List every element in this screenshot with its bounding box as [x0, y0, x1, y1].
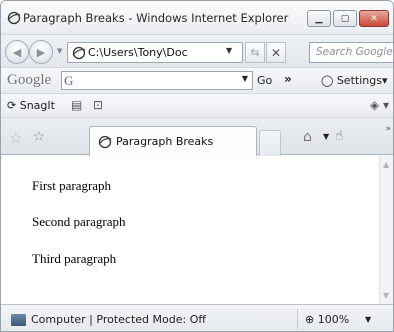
- zoom-value: 100%: [317, 313, 350, 326]
- google-search-input[interactable]: G ▼: [61, 71, 253, 90]
- page-content: First paragraph Second paragraph Third p…: [1, 156, 393, 304]
- vertical-scrollbar[interactable]: ▲ ▼: [379, 156, 393, 304]
- ie-icon: [98, 135, 112, 149]
- snagit-button[interactable]: ⟳ SnagIt: [7, 99, 55, 112]
- home-dropdown-icon[interactable]: ▼: [323, 132, 329, 141]
- more-tools-icon[interactable]: »: [385, 124, 391, 134]
- forward-arrow-icon: ▶: [36, 45, 46, 59]
- stop-icon: ✕: [270, 45, 282, 60]
- google-logo: Google: [7, 72, 52, 88]
- new-tab-button[interactable]: [259, 130, 281, 156]
- close-icon: ✕: [370, 13, 378, 24]
- status-divider: [297, 309, 298, 329]
- search-box[interactable]: Search Google: [309, 42, 393, 63]
- zoom-level[interactable]: ⊕ 100%: [305, 313, 349, 326]
- window-title: Paragraph Breaks - Windows Internet Expl…: [23, 11, 289, 25]
- back-button[interactable]: ◀: [5, 40, 29, 64]
- stop-button[interactable]: ✕: [266, 42, 286, 63]
- tab-paragraph-breaks[interactable]: Paragraph Breaks: [89, 126, 257, 156]
- navigation-bar: ◀ ▶ ▼ C:\Users\Tony\Doc ▼ ⇆ ✕ Search Goo…: [1, 35, 393, 67]
- maximize-icon: ▢: [340, 13, 350, 24]
- computer-icon: [11, 314, 26, 326]
- caption-buttons: ▁ ▢ ✕: [307, 10, 389, 27]
- feeds-icon[interactable]: ◈ ▾: [370, 98, 389, 112]
- capture-icon[interactable]: ▤: [71, 98, 82, 112]
- snagit-icon: ⟳: [7, 99, 17, 112]
- refresh-button[interactable]: ⇆: [245, 42, 265, 63]
- add-favorites-icon[interactable]: ✫: [33, 129, 45, 145]
- zoom-icon: ⊕: [305, 313, 315, 326]
- hand-icon[interactable]: ☝: [335, 128, 344, 144]
- minimize-icon: ▁: [315, 13, 323, 24]
- favorites-star-icon[interactable]: ☆: [9, 129, 22, 147]
- close-button[interactable]: ✕: [359, 10, 389, 27]
- google-g-icon: G: [64, 73, 74, 88]
- tab-bar: ☆ ✫ Paragraph Breaks ⌂ ▼ ☝ »: [1, 117, 393, 156]
- snagit-toolbar: ⟳ SnagIt ▤ ⊡ ◈ ▾: [1, 93, 393, 117]
- settings-icon: ◯: [321, 74, 334, 87]
- paragraph-3: Third paragraph: [32, 251, 117, 266]
- capture-settings-icon[interactable]: ⊡: [93, 98, 103, 112]
- search-placeholder: Search Google: [316, 46, 393, 58]
- recent-pages-dropdown[interactable]: ▼: [57, 47, 62, 55]
- ie-icon: [7, 11, 21, 25]
- back-arrow-icon: ◀: [12, 45, 22, 59]
- address-dropdown-icon[interactable]: ▼: [226, 46, 232, 55]
- address-bar[interactable]: C:\Users\Tony\Doc ▼: [67, 42, 243, 63]
- google-settings-label: Settings: [336, 74, 382, 87]
- forward-button[interactable]: ▶: [29, 40, 53, 64]
- security-zone[interactable]: Computer | Protected Mode: Off: [31, 313, 206, 326]
- maximize-button[interactable]: ▢: [333, 10, 357, 27]
- refresh-icon: ⇆: [250, 46, 260, 59]
- snagit-label: SnagIt: [19, 99, 55, 112]
- browser-window: Paragraph Breaks - Windows Internet Expl…: [0, 0, 394, 332]
- minimize-button[interactable]: ▁: [307, 10, 331, 27]
- tab-title: Paragraph Breaks: [116, 135, 214, 148]
- toolbar-overflow-icon[interactable]: »: [284, 72, 292, 86]
- status-bar: Computer | Protected Mode: Off ⊕ 100% ▼: [1, 304, 393, 331]
- title-bar: Paragraph Breaks - Windows Internet Expl…: [1, 1, 393, 35]
- page-icon: [72, 46, 86, 60]
- chevron-down-icon[interactable]: ▼: [242, 74, 248, 83]
- google-toolbar: Google G ▼ Go » ◯ Settings▾: [1, 67, 393, 93]
- paragraph-2: Second paragraph: [32, 214, 126, 229]
- paragraph-1: First paragraph: [32, 178, 112, 193]
- scroll-down-icon[interactable]: ▼: [383, 291, 389, 300]
- google-go-button[interactable]: Go: [257, 74, 272, 87]
- home-icon[interactable]: ⌂: [303, 129, 312, 145]
- scroll-up-icon[interactable]: ▲: [383, 160, 389, 169]
- address-text: C:\Users\Tony\Doc: [88, 46, 188, 59]
- zoom-dropdown-icon[interactable]: ▼: [365, 315, 371, 324]
- google-settings-button[interactable]: ◯ Settings▾: [321, 74, 387, 87]
